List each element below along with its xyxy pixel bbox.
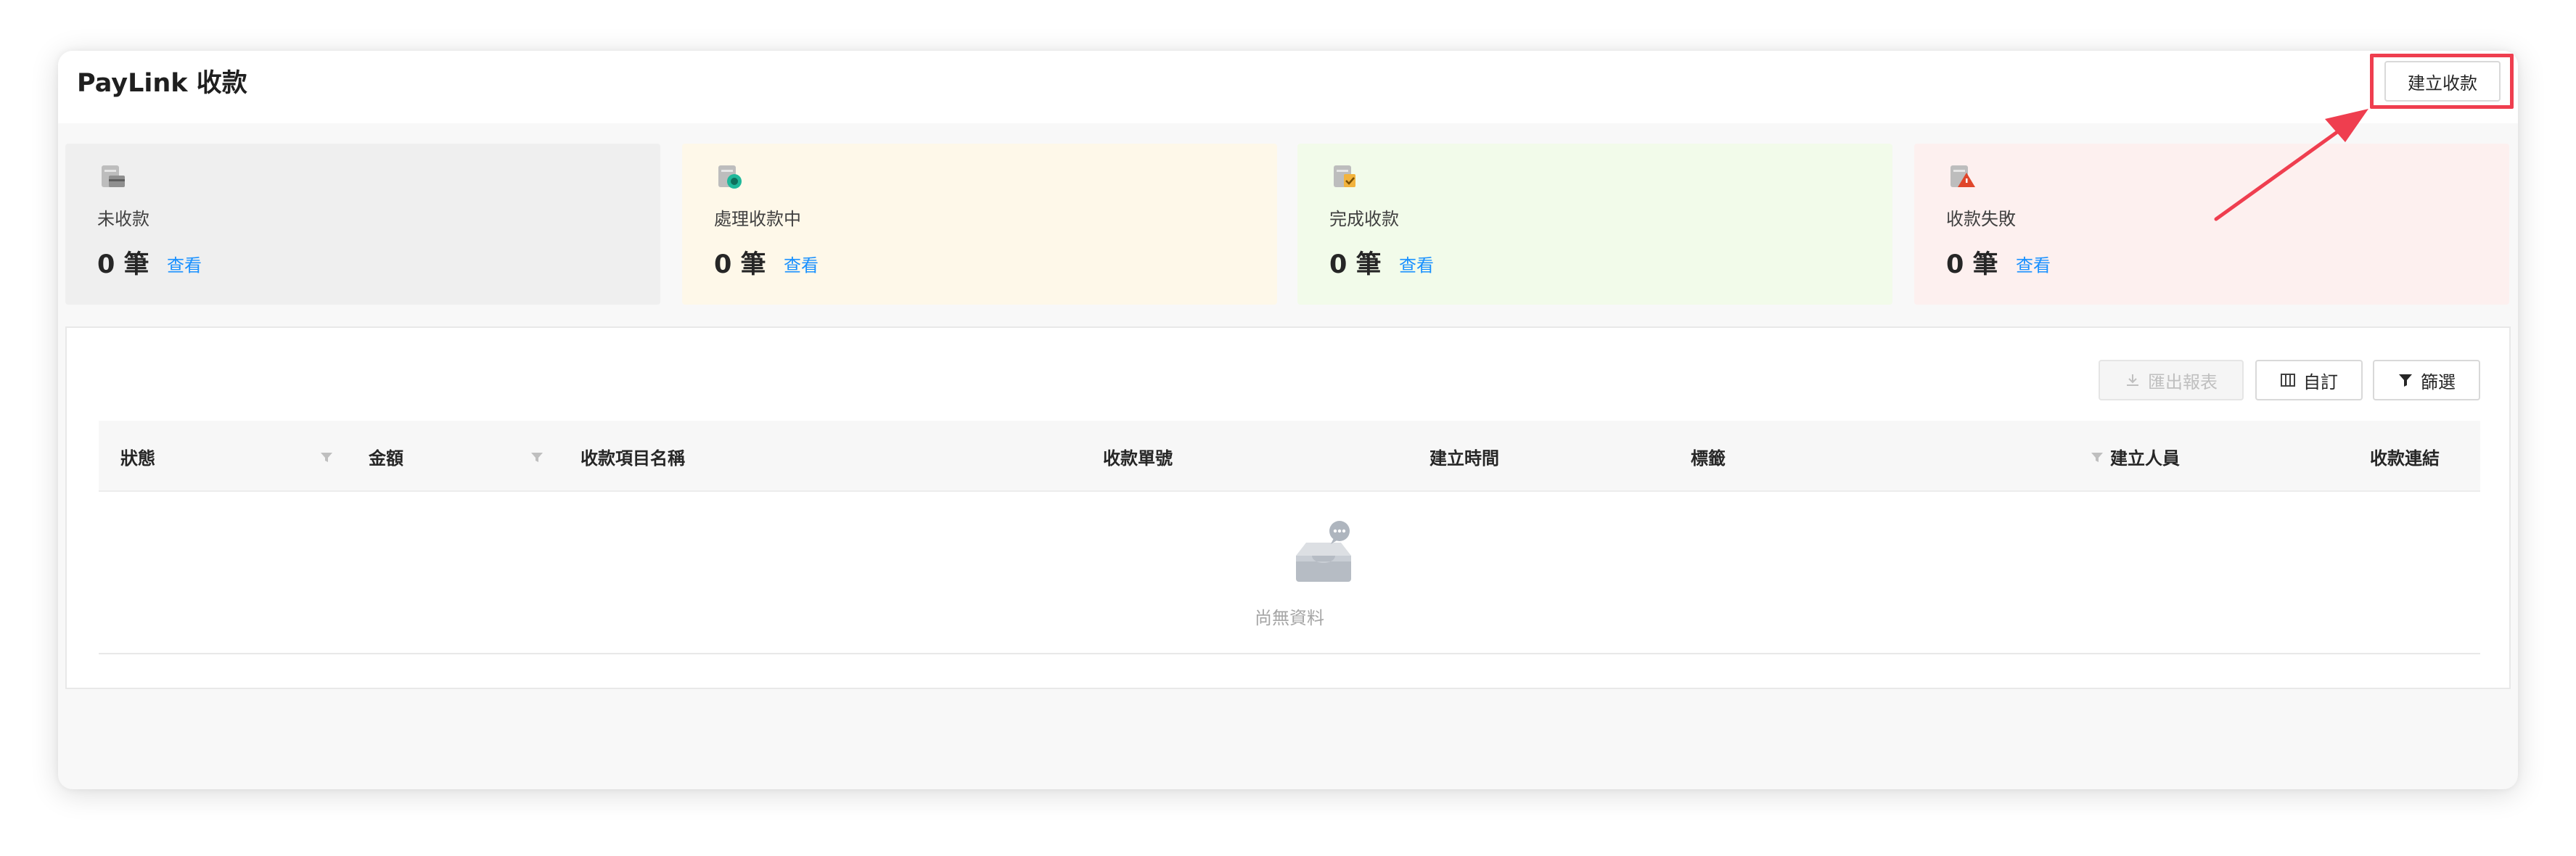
status-card-completed: 完成收款 0 筆 查看 xyxy=(1297,144,1892,305)
column-created-time: 建立時間 xyxy=(1429,448,1499,469)
processing-icon xyxy=(718,165,742,189)
status-card-unpaid: 未收款 0 筆 查看 xyxy=(65,144,660,305)
card-label: 處理收款中 xyxy=(714,209,801,229)
empty-state-text: 尚無資料 xyxy=(1255,608,1324,628)
customize-columns-button[interactable]: 自訂 xyxy=(2255,360,2363,400)
view-processing-link[interactable]: 查看 xyxy=(784,251,819,276)
columns-icon xyxy=(2281,374,2295,387)
card-count: 0 筆 xyxy=(1946,250,1998,279)
table-bottom-divider xyxy=(99,653,2480,654)
tags-filter-icon[interactable] xyxy=(2090,450,2104,464)
custom-label: 自訂 xyxy=(2303,372,2338,392)
export-label: 匯出報表 xyxy=(2148,372,2218,392)
column-amount[interactable]: 金額 xyxy=(369,421,403,492)
card-label: 未收款 xyxy=(97,209,149,229)
create-payment-button[interactable]: 建立收款 xyxy=(2384,61,2501,102)
filter-button[interactable]: 篩選 xyxy=(2373,360,2480,400)
card-label: 收款失敗 xyxy=(1946,209,2016,229)
failed-icon xyxy=(1951,165,1975,187)
status-card-processing: 處理收款中 0 筆 查看 xyxy=(682,144,1277,305)
status-card-failed: 收款失敗 0 筆 查看 xyxy=(1914,144,2509,305)
column-creator: 建立人員 xyxy=(2110,448,2180,469)
completed-icon xyxy=(1334,165,1355,187)
column-item-name: 收款項目名稱 xyxy=(581,448,685,469)
card-count: 0 筆 xyxy=(1329,250,1382,279)
column-order-number: 收款單號 xyxy=(1103,448,1173,469)
unpaid-icon xyxy=(102,165,125,187)
view-completed-link[interactable]: 查看 xyxy=(1399,251,1434,276)
status-filter-icon[interactable] xyxy=(319,450,334,464)
page-title: PayLink 收款 xyxy=(77,69,247,98)
page-header: PayLink 收款 建立收款 xyxy=(58,51,2518,123)
payments-table-panel: 匯出報表 自訂 篩選 狀態 金額 收款項目名稱 收款單號 建立時間 標籤 建立人… xyxy=(65,326,2511,689)
filter-label: 篩選 xyxy=(2421,372,2456,392)
table-header: 狀態 金額 收款項目名稱 收款單號 建立時間 標籤 建立人員 收款連結 xyxy=(99,421,2480,492)
download-icon xyxy=(2127,374,2138,386)
export-report-button[interactable]: 匯出報表 xyxy=(2099,360,2244,400)
card-label: 完成收款 xyxy=(1329,209,1399,229)
column-payment-link: 收款連結 xyxy=(2370,448,2440,469)
amount-filter-icon[interactable] xyxy=(530,450,544,464)
view-failed-link[interactable]: 查看 xyxy=(2016,251,2051,276)
empty-inbox-icon xyxy=(1296,521,1351,582)
column-tags: 標籤 xyxy=(1691,448,1726,469)
column-status[interactable]: 狀態 xyxy=(120,421,155,492)
card-count: 0 筆 xyxy=(714,250,766,279)
filter-icon xyxy=(2399,374,2412,387)
app-window: PayLink 收款 建立收款 未收款 0 筆 查看 處理收款中 0 筆 查看 xyxy=(58,51,2518,789)
card-count: 0 筆 xyxy=(97,250,149,279)
view-unpaid-link[interactable]: 查看 xyxy=(167,251,202,276)
